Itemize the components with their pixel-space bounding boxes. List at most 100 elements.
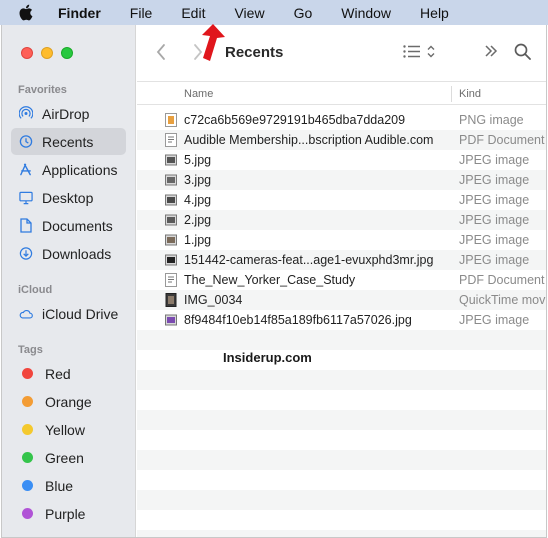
zoom-window-button[interactable] (61, 47, 73, 59)
file-kind: JPEG image (459, 213, 530, 227)
png-file-icon (165, 113, 177, 127)
back-button[interactable] (155, 43, 167, 66)
file-kind: PDF Document (459, 273, 545, 287)
file-row[interactable]: 151442-cameras-feat...age1-evuxphd3mr.jp… (137, 250, 546, 270)
file-kind: JPEG image (459, 253, 530, 267)
applications-icon (19, 162, 33, 178)
file-name: c72ca6b569e9729191b465dba7dda209 (184, 113, 406, 127)
empty-row (137, 450, 546, 470)
window-controls (21, 47, 73, 59)
more-toolbar-items-button[interactable] (484, 44, 498, 63)
pdf-file-icon (165, 133, 177, 147)
sidebar-item-label: Orange (45, 393, 92, 410)
sidebar-item-applications[interactable]: Applications (11, 156, 126, 183)
file-row[interactable]: 8f9484f10eb14f85a189fb6117a57026.jpg JPE… (137, 310, 546, 330)
column-header-name[interactable]: Name (184, 88, 213, 100)
menu-window[interactable]: Window (341, 5, 391, 21)
clock-icon (19, 134, 33, 150)
sidebar-tag-green[interactable]: Green (11, 444, 126, 471)
apple-menu-icon[interactable] (18, 4, 40, 21)
sidebar-item-label: Yellow (45, 421, 85, 438)
empty-row (137, 370, 546, 390)
cloud-icon (19, 306, 33, 322)
sidebar-tag-orange[interactable]: Orange (11, 388, 126, 415)
file-list: Name Kind c72ca6b569e9729191b465dba7dda2… (137, 83, 547, 537)
menu-view[interactable]: View (234, 5, 264, 21)
file-kind: QuickTime movi (459, 293, 547, 307)
close-window-button[interactable] (21, 47, 33, 59)
sidebar-tag-red[interactable]: Red (11, 360, 126, 387)
movie-file-icon (165, 293, 177, 307)
sidebar-item-label: Recents (42, 133, 94, 150)
empty-row (137, 390, 546, 410)
sidebar-item-label: Desktop (42, 189, 94, 206)
menu-finder[interactable]: Finder (58, 5, 101, 21)
menu-file[interactable]: File (130, 5, 153, 21)
file-row[interactable]: Audible Membership...bscription Audible.… (137, 130, 546, 150)
file-row[interactable]: 3.jpg JPEG image (137, 170, 546, 190)
file-name: 5.jpg (184, 153, 212, 167)
menu-go[interactable]: Go (294, 5, 313, 21)
empty-row (137, 330, 546, 350)
sidebar-item-desktop[interactable]: Desktop (11, 184, 126, 211)
tags-header: Tags (18, 344, 43, 356)
sidebar-item-downloads[interactable]: Downloads (11, 240, 126, 267)
sidebar-item-airdrop[interactable]: AirDrop (11, 100, 126, 127)
sidebar-item-label: Documents (42, 217, 113, 234)
column-header-kind[interactable]: Kind (459, 88, 481, 100)
finder-window: Favorites AirDrop Recents Applications D… (1, 25, 547, 538)
column-divider[interactable] (451, 86, 452, 102)
file-name: 4.jpg (184, 193, 212, 207)
sidebar-tag-yellow[interactable]: Yellow (11, 416, 126, 443)
menu-help[interactable]: Help (420, 5, 449, 21)
tag-color-dot (22, 424, 33, 435)
file-row[interactable]: The_New_Yorker_Case_Study PDF Document (137, 270, 546, 290)
empty-row (137, 470, 546, 490)
sidebar-item-label: Red (45, 365, 71, 382)
file-row[interactable]: 1.jpg JPEG image (137, 230, 546, 250)
file-row[interactable]: c72ca6b569e9729191b465dba7dda209 PNG ima… (137, 110, 546, 130)
file-name: 151442-cameras-feat...age1-evuxphd3mr.jp… (184, 253, 434, 267)
sidebar-item-documents[interactable]: Documents (11, 212, 126, 239)
sidebar: Favorites AirDrop Recents Applications D… (2, 25, 136, 537)
list-view-icon (403, 45, 421, 63)
file-name: 1.jpg (184, 233, 212, 247)
search-icon[interactable] (514, 43, 531, 65)
file-kind: PDF Document (459, 133, 545, 147)
file-name: 3.jpg (184, 173, 212, 187)
file-kind: JPEG image (459, 173, 530, 187)
sidebar-item-label: AirDrop (42, 105, 90, 122)
minimize-window-button[interactable] (41, 47, 53, 59)
file-row[interactable]: IMG_0034 QuickTime movi (137, 290, 547, 310)
menu-edit[interactable]: Edit (181, 5, 205, 21)
watermark-text: Insiderup.com (223, 350, 312, 365)
file-row[interactable]: 4.jpg JPEG image (137, 190, 546, 210)
file-row[interactable]: 5.jpg JPEG image (137, 150, 546, 170)
annotation-arrow (196, 24, 226, 67)
file-kind: JPEG image (459, 313, 530, 327)
file-kind: JPEG image (459, 153, 530, 167)
empty-row (137, 530, 546, 537)
empty-row (137, 410, 546, 430)
sidebar-item-icloud-drive[interactable]: iCloud Drive (11, 300, 126, 327)
sidebar-tag-blue[interactable]: Blue (11, 472, 126, 499)
sidebar-item-recents[interactable]: Recents (11, 128, 126, 155)
file-row[interactable]: 2.jpg JPEG image (137, 210, 546, 230)
tag-color-dot (22, 480, 33, 491)
sidebar-item-label: Blue (45, 477, 74, 494)
tag-color-dot (22, 452, 33, 463)
jpeg-file-icon (165, 193, 177, 207)
file-name: The_New_Yorker_Case_Study (184, 273, 356, 287)
icloud-header: iCloud (18, 284, 53, 296)
sidebar-item-label: Green (45, 449, 84, 466)
download-icon (19, 246, 33, 262)
file-name: 2.jpg (184, 213, 212, 227)
tag-color-dot (22, 368, 33, 379)
view-mode-button[interactable] (403, 45, 435, 63)
tag-color-dot (22, 508, 33, 519)
jpeg-file-icon (165, 253, 177, 267)
airdrop-icon (19, 106, 33, 122)
sidebar-tag-purple[interactable]: Purple (11, 500, 126, 527)
menu-bar: Finder File Edit View Go Window Help (0, 0, 548, 25)
sidebar-item-label: Applications (42, 161, 118, 178)
